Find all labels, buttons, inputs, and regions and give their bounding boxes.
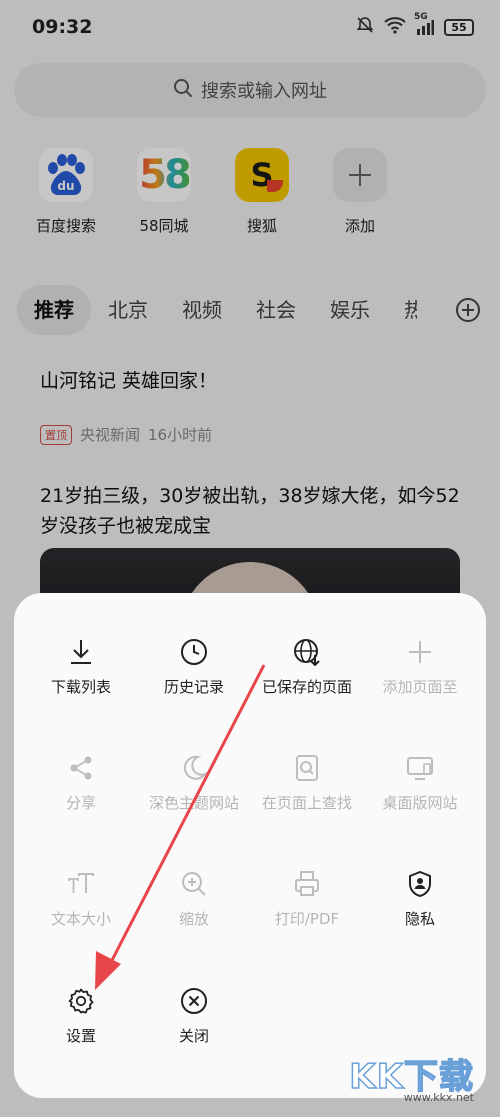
menu-label: 已保存的页面 xyxy=(261,678,352,696)
menu-label: 分享 xyxy=(65,794,96,812)
text-size-icon xyxy=(66,869,96,899)
menu-dark-theme-sites[interactable]: 深色主题网站 xyxy=(135,753,253,813)
browser-menu-sheet: 下载列表 历史记录 已保存的页面 添加页面至 分享 深色主题网站 在页面上查找 … xyxy=(14,593,486,1098)
menu-label: 桌面版网站 xyxy=(382,794,458,812)
menu-add-page-to[interactable]: 添加页面至 xyxy=(361,637,479,697)
menu-history[interactable]: 历史记录 xyxy=(135,637,253,697)
menu-label: 在页面上查找 xyxy=(261,794,352,812)
menu-label: 文本大小 xyxy=(50,910,111,928)
download-icon xyxy=(66,637,96,667)
menu-print-pdf[interactable]: 打印/PDF xyxy=(248,869,366,929)
plus-icon xyxy=(405,637,435,667)
share-icon xyxy=(66,753,96,783)
watermark-url: www.kkx.net xyxy=(403,1091,474,1104)
printer-icon xyxy=(292,869,322,899)
menu-label: 历史记录 xyxy=(163,678,224,696)
find-in-page-icon xyxy=(292,753,322,783)
menu-share[interactable]: 分享 xyxy=(22,753,140,813)
menu-download-list[interactable]: 下载列表 xyxy=(22,637,140,697)
close-circle-icon xyxy=(179,986,209,1016)
menu-find-in-page[interactable]: 在页面上查找 xyxy=(248,753,366,813)
menu-label: 设置 xyxy=(65,1027,96,1045)
menu-privacy[interactable]: 隐私 xyxy=(361,869,479,929)
menu-desktop-site[interactable]: 桌面版网站 xyxy=(361,753,479,813)
menu-label: 打印/PDF xyxy=(274,910,340,928)
menu-label: 关闭 xyxy=(178,1027,209,1045)
menu-label: 隐私 xyxy=(404,910,435,928)
menu-label: 深色主题网站 xyxy=(148,794,239,812)
menu-text-size[interactable]: 文本大小 xyxy=(22,869,140,929)
menu-close[interactable]: 关闭 xyxy=(135,986,253,1046)
menu-saved-pages[interactable]: 已保存的页面 xyxy=(248,637,366,697)
menu-label: 缩放 xyxy=(178,910,209,928)
menu-settings[interactable]: 设置 xyxy=(22,986,140,1046)
gear-icon xyxy=(66,986,96,1016)
moon-icon xyxy=(179,753,209,783)
kkx-watermark-logo: KK下载 www.kkx.net xyxy=(314,1049,474,1109)
menu-zoom[interactable]: 缩放 xyxy=(135,869,253,929)
desktop-icon xyxy=(405,753,435,783)
clock-icon xyxy=(179,637,209,667)
menu-label: 添加页面至 xyxy=(382,678,458,696)
privacy-shield-icon xyxy=(405,869,435,899)
globe-download-icon xyxy=(292,637,322,667)
menu-label: 下载列表 xyxy=(50,678,111,696)
zoom-in-icon xyxy=(179,869,209,899)
